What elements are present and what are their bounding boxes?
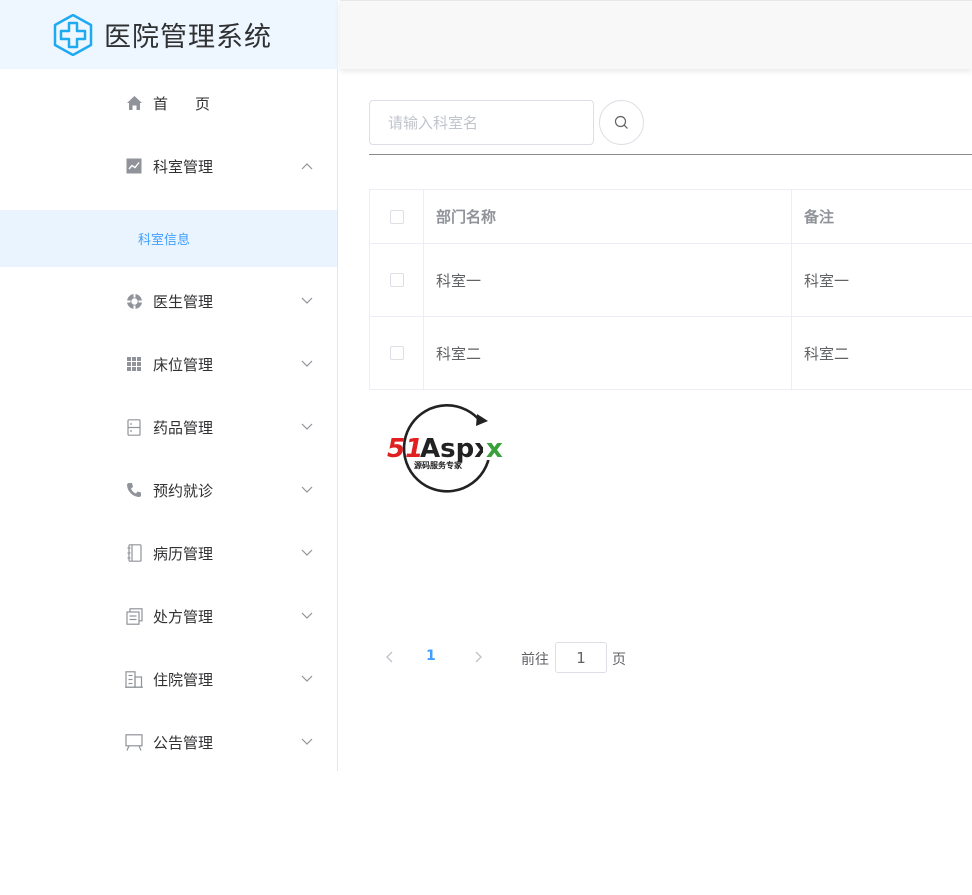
building-icon (125, 670, 143, 688)
chevron-up-icon (300, 159, 314, 173)
prev-page-button[interactable] (382, 649, 398, 665)
sidebar-item-label: 医生管理 (153, 292, 214, 311)
select-all-cell (370, 190, 424, 243)
select-all-checkbox[interactable] (389, 209, 404, 224)
app-title: 医院管理系统 (104, 22, 272, 53)
svg-text:源码服务专家: 源码服务专家 (414, 460, 463, 470)
top-header (340, 0, 972, 69)
sidebar-item-label: 公告管理 (153, 733, 214, 752)
sidebar-item-prescriptions[interactable]: 处方管理 (0, 588, 337, 644)
sidebar-menu: 首 页 科室管理 科室信息 医生管理 床位管理 药品管理 预约就诊 病历管理 处… (0, 69, 338, 771)
sidebar-item-label: 预约就诊 (153, 481, 214, 500)
board-icon (125, 733, 143, 751)
chart-icon (125, 157, 143, 175)
goto-label-prefix: 前往 (521, 652, 549, 668)
phone-icon (125, 481, 143, 499)
pagination: 1 前往 页 (380, 640, 680, 674)
department-name-cell: 科室二 (424, 317, 792, 389)
medical-cross-icon (53, 13, 93, 56)
sidebar-item-notices[interactable]: 公告管理 (0, 714, 337, 770)
sidebar-item-records[interactable]: 病历管理 (0, 525, 337, 581)
chevron-down-icon (300, 735, 314, 749)
goto-label-suffix: 页 (612, 652, 626, 668)
remark-cell: 科室二 (804, 344, 850, 363)
sidebar-item-label: 病历管理 (153, 544, 214, 563)
home-icon (125, 94, 143, 112)
chevron-down-icon (300, 609, 314, 623)
sidebar-item-label: 床位管理 (153, 355, 214, 374)
svg-text:x: x (486, 434, 503, 464)
sidebar-item-label: 科室管理 (153, 157, 214, 176)
table-row: 科室一 科室一 (370, 244, 972, 317)
submenu-item-department-info[interactable]: 科室信息 (0, 210, 337, 267)
column-header-name[interactable]: 部门名称 (424, 190, 792, 243)
chevron-down-icon (300, 672, 314, 686)
row-checkbox[interactable] (389, 346, 404, 360)
help-circle-icon (125, 292, 143, 310)
search-button[interactable] (599, 100, 644, 145)
sidebar-item-appointments[interactable]: 预约就诊 (0, 462, 337, 518)
sidebar-item-label: 首 页 (153, 94, 217, 113)
goto-page-input[interactable] (555, 642, 607, 673)
svg-text:Aspx: Aspx (420, 434, 491, 464)
page-number-current[interactable]: 1 (426, 648, 436, 664)
sidebar-item-inpatient[interactable]: 住院管理 (0, 651, 337, 707)
cabinet-icon (125, 418, 143, 436)
search-input[interactable] (369, 100, 594, 145)
chevron-down-icon (300, 294, 314, 308)
sidebar-item-home[interactable]: 首 页 (0, 75, 337, 131)
row-select-cell (370, 244, 424, 316)
chevron-down-icon (300, 546, 314, 560)
chevron-down-icon (300, 357, 314, 371)
next-page-button[interactable] (470, 649, 486, 665)
app-logo: 医院管理系统 (0, 0, 338, 69)
grid-icon (125, 355, 143, 373)
sidebar-item-label: 住院管理 (153, 670, 214, 689)
remark-cell: 科室一 (804, 271, 850, 290)
notebook-icon (125, 544, 143, 562)
svg-text:51: 51 (387, 434, 423, 464)
document-icon (125, 607, 143, 625)
department-name-cell: 科室一 (424, 244, 792, 316)
sidebar-item-beds[interactable]: 床位管理 (0, 336, 337, 392)
department-table: 部门名称 备注 科室一 科室一 科室二 科室二 (369, 189, 972, 390)
chevron-down-icon (300, 483, 314, 497)
table-row: 科室二 科室二 (370, 317, 972, 390)
sidebar-item-medicine[interactable]: 药品管理 (0, 399, 337, 455)
sidebar-item-label: 处方管理 (153, 607, 214, 626)
chevron-left-icon (386, 651, 393, 663)
aspx-watermark-logo: 51 Aspx x 源码服务专家 (387, 404, 511, 493)
table-header-row: 部门名称 备注 (370, 190, 972, 244)
row-checkbox[interactable] (389, 273, 404, 287)
column-header-remark[interactable]: 备注 (792, 190, 972, 243)
search-icon (614, 115, 628, 129)
row-select-cell (370, 317, 424, 389)
sidebar-item-label: 药品管理 (153, 418, 214, 437)
sidebar-item-doctors[interactable]: 医生管理 (0, 273, 337, 329)
submenu-item-label: 科室信息 (138, 233, 191, 248)
toolbar-divider (369, 154, 972, 155)
chevron-right-icon (475, 651, 482, 663)
sidebar-item-departments[interactable]: 科室管理 (0, 138, 337, 194)
chevron-down-icon (300, 420, 314, 434)
